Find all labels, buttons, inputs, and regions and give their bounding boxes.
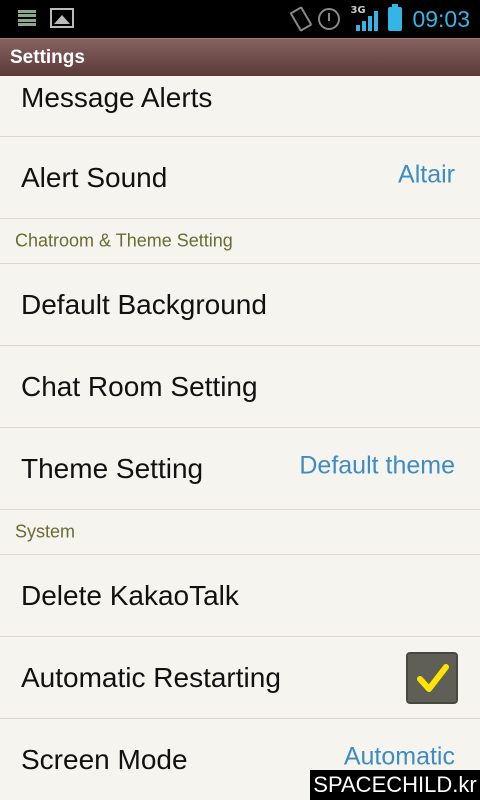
setting-label: Delete KakaoTalk <box>21 579 239 611</box>
setting-automatic-restarting[interactable]: Automatic Restarting <box>0 637 480 719</box>
setting-label: Screen Mode <box>21 743 188 775</box>
section-header-label: Chatroom & Theme Setting <box>15 230 233 251</box>
setting-label: Theme Setting <box>21 452 204 484</box>
status-bar: 3G 09:03 <box>0 0 480 38</box>
setting-theme[interactable]: Theme Setting Default theme <box>0 428 480 510</box>
setting-value: Automatic <box>343 742 455 771</box>
checkmark-icon <box>417 663 449 692</box>
signal-icon: 3G <box>350 5 379 31</box>
vibrate-icon <box>289 5 313 33</box>
list-icon <box>18 8 36 28</box>
alarm-icon <box>318 8 341 30</box>
setting-value: Default theme <box>299 451 455 480</box>
setting-chat-room[interactable]: Chat Room Setting <box>0 346 480 428</box>
section-header-chatroom-theme: Chatroom & Theme Setting <box>0 219 480 264</box>
setting-label: Automatic Restarting <box>21 661 281 693</box>
settings-list: Message Alerts Alert Sound Altair Chatro… <box>0 76 480 800</box>
setting-label: Chat Room Setting <box>21 370 258 402</box>
battery-icon <box>388 4 403 31</box>
setting-default-background[interactable]: Default Background <box>0 264 480 346</box>
setting-alert-sound[interactable]: Alert Sound Altair <box>0 137 480 219</box>
image-icon <box>50 8 74 28</box>
setting-delete-kakaotalk[interactable]: Delete KakaoTalk <box>0 555 480 637</box>
section-header-system: System <box>0 510 480 555</box>
status-bar-left-icons <box>18 8 74 28</box>
setting-label: Message Alerts <box>21 82 213 113</box>
setting-message-alerts[interactable]: Message Alerts <box>0 76 480 137</box>
automatic-restarting-checkbox[interactable] <box>406 651 458 704</box>
watermark: SPACECHILD.kr <box>310 770 480 800</box>
setting-label: Default Background <box>21 288 267 320</box>
section-header-label: System <box>15 521 76 542</box>
status-bar-right-icons: 3G 09:03 <box>289 4 470 34</box>
setting-value: Altair <box>398 160 455 189</box>
title-bar: Settings <box>0 38 480 76</box>
status-bar-clock: 09:03 <box>412 5 470 32</box>
setting-label: Alert Sound <box>21 161 168 193</box>
page-title: Settings <box>10 47 85 68</box>
